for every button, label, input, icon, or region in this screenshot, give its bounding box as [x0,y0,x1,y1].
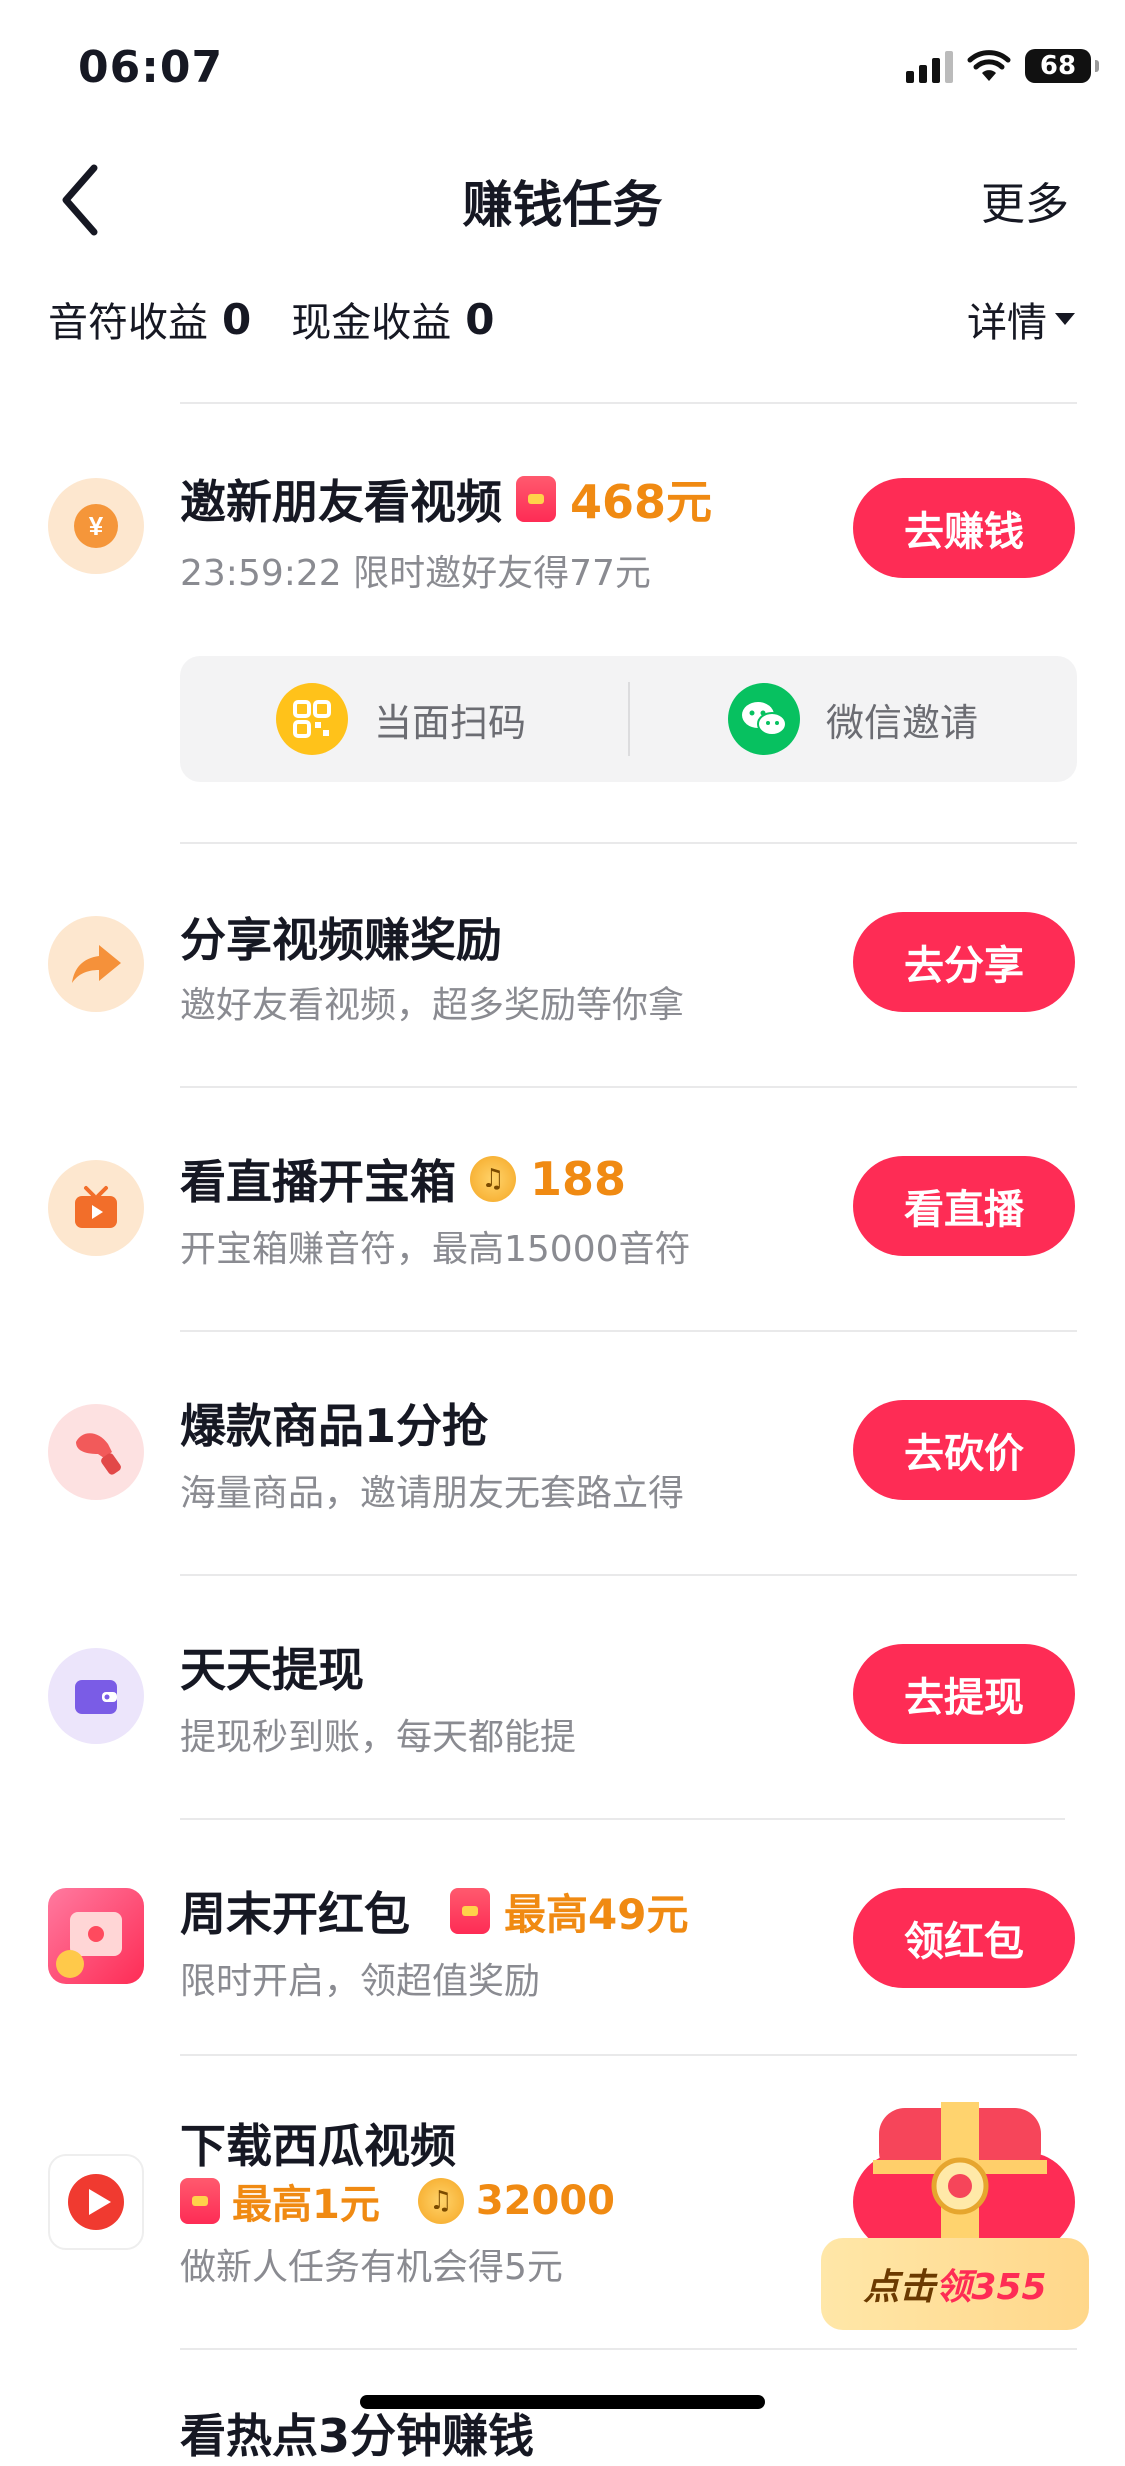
task-title-text: 邀新朋友看视频 [180,475,502,529]
task-title-text: 下载西瓜视频 [180,2119,456,2173]
page-title: 赚钱任务 [462,176,663,234]
watch-live-button[interactable]: 看直播 [853,1156,1075,1256]
task-subtitle: 提现秒到账，每天都能提 [180,1717,577,1758]
wifi-icon [967,50,1011,81]
task-title: 分享视频赚奖励 [180,904,502,970]
task-reward-cash: 最高1元 [232,2182,380,2228]
task-title: 周末开红包 最高49元 [180,1878,688,1944]
task-title: 邀新朋友看视频 468元 [180,466,712,532]
yuan-coin-icon: ¥ [48,478,144,574]
task-reward: 最高49元 [504,1889,689,1939]
red-packet-icon [180,2178,220,2224]
task-reward: 188 [530,1152,627,1206]
xigua-video-icon [48,2154,144,2250]
wechat-invite-option[interactable]: 微信邀请 [728,656,978,782]
qr-code-icon [276,683,348,755]
task-title: 爆款商品1分抢 [180,1390,488,1456]
cash-earnings-label: 现金收益 [291,300,452,346]
divider [180,1330,1077,1332]
note-earnings-label: 音符收益 [48,300,208,346]
divider [180,842,1077,844]
task-subtitle: 邀好友看视频，超多奖励等你拿 [180,985,685,1026]
claim-amount: 领355 [935,2267,1047,2308]
more-button[interactable]: 更多 [981,168,1069,232]
task-subtitle: 海量商品，邀请朋友无套路立得 [180,1473,685,1514]
task-title-text: 看热点3分钟赚钱 [180,2409,535,2463]
divider [180,2348,1077,2350]
red-packet-icon [516,476,556,522]
red-packet-gift-icon [48,1888,144,1984]
task-title-text: 天天提现 [180,1643,364,1697]
wechat-invite-label: 微信邀请 [826,700,979,745]
knife-icon [48,1404,144,1500]
home-indicator[interactable] [360,2395,765,2409]
tv-icon [48,1160,144,1256]
task-title: 看直播开宝箱 ♫ 188 [180,1146,626,1212]
red-packet-icon [450,1888,490,1934]
music-note-coin-icon: ♫ [470,1156,516,1202]
task-title-text: 分享视频赚奖励 [180,913,502,967]
status-time: 06:07 [78,42,224,93]
bargain-button[interactable]: 去砍价 [853,1400,1075,1500]
scan-code-label: 当面扫码 [374,700,527,745]
divider [180,1574,1077,1576]
task-title: 天天提现 [180,1634,364,1700]
divider [180,1818,1065,1820]
task-title: 下载西瓜视频 [180,2110,456,2176]
task-title-text: 爆款商品1分抢 [180,1399,489,1453]
cash-earnings-value: 0 [465,294,495,344]
share-button[interactable]: 去分享 [853,912,1075,1012]
claim-reward-banner[interactable]: 点击 领355 [821,2238,1089,2330]
task-reward-notes: 32000 [475,2178,616,2224]
music-note-coin-icon: ♫ [417,2178,464,2224]
scan-code-option[interactable]: 当面扫码 [276,656,526,782]
task-subtitle: 23:59:22 限时邀好友得77元 [180,553,651,594]
treasure-chest-icon[interactable] [865,2090,1055,2260]
caret-down-icon [1055,313,1075,325]
task-subtitle: 做新人任务有机会得5元 [180,2247,563,2288]
claim-prefix: 点击 [863,2267,936,2308]
task-title-text: 看直播开宝箱 [180,1155,456,1209]
detail-dropdown[interactable]: 详情 [967,290,1075,348]
earnings-summary: 音符收益 0 现金收益 0 [48,290,534,348]
task-title-text: 周末开红包 [180,1887,410,1941]
signal-icon [906,49,953,83]
task-title: 看热点3分钟赚钱 [180,2400,534,2466]
divider [180,2054,1077,2056]
divider [180,402,1077,404]
panel-divider [628,682,630,756]
detail-label: 详情 [967,300,1047,346]
task-rewards: 最高1元 ♫ 32000 [180,2172,615,2230]
status-icons: 68 [906,46,1099,86]
earn-money-button[interactable]: 去赚钱 [853,478,1075,578]
withdraw-button[interactable]: 去提现 [853,1644,1075,1744]
task-subtitle: 限时开启，领超值奖励 [180,1961,541,2002]
invite-panel: 当面扫码 微信邀请 [180,656,1077,782]
note-earnings-value: 0 [222,294,252,344]
divider [180,1086,1077,1088]
wechat-icon [728,683,800,755]
task-subtitle: 开宝箱赚音符，最高15000音符 [180,1229,691,1270]
battery-icon: 68 [1025,49,1099,83]
share-arrow-icon [48,916,144,1012]
claim-red-packet-button[interactable]: 领红包 [853,1888,1075,1988]
wallet-icon [48,1648,144,1744]
task-reward: 468元 [570,475,713,529]
svg-text:¥: ¥ [89,511,104,541]
